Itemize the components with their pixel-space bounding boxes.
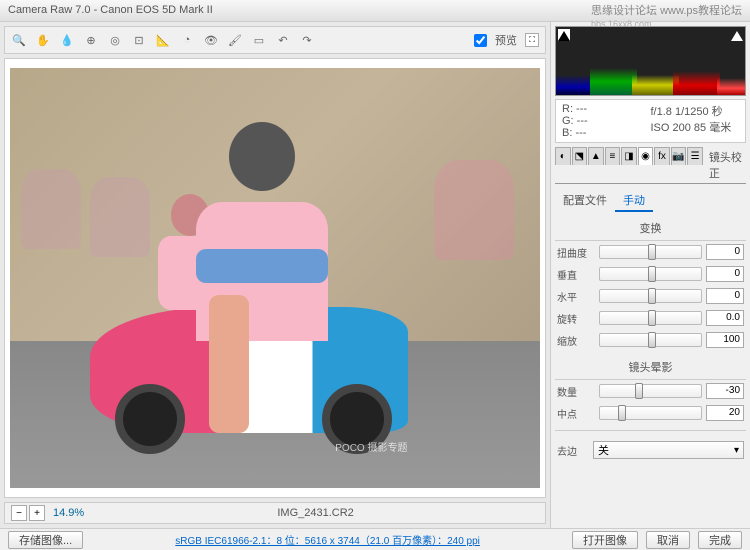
zoom-value[interactable]: 14.9%: [53, 507, 84, 519]
tab-title: 镜头校正: [705, 147, 746, 183]
defringe-label: 去边: [557, 443, 587, 458]
distortion-value[interactable]: 0: [706, 244, 744, 260]
rotate-slider[interactable]: [599, 311, 702, 325]
bottom-bar: 存储图像... sRGB IEC61966-2.1：8 位：5616 x 374…: [0, 528, 750, 550]
tab-basic-icon[interactable]: ◐: [555, 147, 571, 165]
adjustment-brush-icon[interactable]: 🖌: [227, 32, 243, 48]
section-transform: 变换: [555, 216, 746, 241]
rotate-right-icon[interactable]: ↷: [299, 32, 315, 48]
filename-label: IMG_2431.CR2: [92, 507, 539, 519]
rotate-label: 旋转: [557, 311, 595, 326]
vertical-label: 垂直: [557, 267, 595, 282]
open-image-button[interactable]: 打开图像: [572, 531, 638, 549]
horizontal-slider[interactable]: [599, 289, 702, 303]
crop-tool-icon[interactable]: ⊡: [131, 32, 147, 48]
color-profile-link[interactable]: sRGB IEC61966-2.1：8 位：5616 x 3744（21.0 百…: [91, 532, 564, 547]
amount-slider[interactable]: [599, 384, 702, 398]
exif-info: R: ---G: ---B: --- f/1.8 1/1250 秒 ISO 20…: [555, 99, 746, 143]
watermark: 思缘设计论坛 www.ps教程论坛 bbs.16xx8.com: [591, 2, 742, 30]
vertical-slider[interactable]: [599, 267, 702, 281]
graduated-filter-icon[interactable]: ▭: [251, 32, 267, 48]
horizontal-value[interactable]: 0: [706, 288, 744, 304]
right-panel: R: ---G: ---B: --- f/1.8 1/1250 秒 ISO 20…: [550, 22, 750, 528]
hand-tool-icon[interactable]: ✋: [35, 32, 51, 48]
tab-presets-icon[interactable]: ☰: [687, 147, 703, 165]
distortion-label: 扭曲度: [557, 245, 595, 260]
tab-detail-icon[interactable]: ▲: [588, 147, 604, 165]
amount-value[interactable]: -30: [706, 383, 744, 399]
fullscreen-icon[interactable]: ⛶: [525, 33, 539, 47]
subtab-profile[interactable]: 配置文件: [555, 190, 615, 212]
zoom-out-button[interactable]: −: [11, 505, 27, 521]
midpoint-value[interactable]: 20: [706, 405, 744, 421]
shadow-clip-icon[interactable]: [558, 29, 570, 41]
scale-value[interactable]: 100: [706, 332, 744, 348]
subtab-manual[interactable]: 手动: [615, 190, 653, 212]
preview-label: 预览: [495, 32, 517, 48]
window-title: Camera Raw 7.0 - Canon EOS 5D Mark II: [8, 4, 213, 16]
midpoint-slider[interactable]: [599, 406, 702, 420]
done-button[interactable]: 完成: [698, 531, 742, 549]
image-preview[interactable]: POCO 摄影专题: [4, 58, 546, 498]
rotate-value[interactable]: 0.0: [706, 310, 744, 326]
tab-curve-icon[interactable]: ⬔: [572, 147, 588, 165]
panel-tabs: ◐ ⬔ ▲ ≡ ◨ ◉ fx 📷 ☰ 镜头校正: [555, 147, 746, 184]
tab-lens-icon[interactable]: ◉: [638, 147, 654, 165]
preview-checkbox[interactable]: [474, 34, 487, 47]
spot-removal-icon[interactable]: ◔: [179, 32, 195, 48]
redeye-icon[interactable]: 👁: [203, 32, 219, 48]
defringe-dropdown[interactable]: 关: [593, 441, 744, 459]
distortion-slider[interactable]: [599, 245, 702, 259]
save-image-button[interactable]: 存储图像...: [8, 531, 83, 549]
scale-label: 缩放: [557, 333, 595, 348]
tab-fx-icon[interactable]: fx: [654, 147, 670, 165]
tab-hsl-icon[interactable]: ≡: [605, 147, 621, 165]
highlight-clip-icon[interactable]: [731, 29, 743, 41]
zoom-tool-icon[interactable]: 🔍: [11, 32, 27, 48]
histogram[interactable]: [555, 26, 746, 96]
cancel-button[interactable]: 取消: [646, 531, 690, 549]
tab-camera-icon[interactable]: 📷: [671, 147, 687, 165]
amount-label: 数量: [557, 384, 595, 399]
zoom-in-button[interactable]: +: [29, 505, 45, 521]
straighten-icon[interactable]: 📐: [155, 32, 171, 48]
white-balance-icon[interactable]: 💧: [59, 32, 75, 48]
poco-watermark: POCO 摄影专题: [335, 439, 407, 454]
color-sampler-icon[interactable]: ⊕: [83, 32, 99, 48]
section-vignette: 镜头晕影: [555, 355, 746, 380]
target-adjust-icon[interactable]: ◎: [107, 32, 123, 48]
status-bar: − + 14.9% IMG_2431.CR2: [4, 502, 546, 524]
rotate-left-icon[interactable]: ↶: [275, 32, 291, 48]
horizontal-label: 水平: [557, 289, 595, 304]
midpoint-label: 中点: [557, 406, 595, 421]
toolbar: 🔍 ✋ 💧 ⊕ ◎ ⊡ 📐 ◔ 👁 🖌 ▭ ↶ ↷ 预览 ⛶: [4, 26, 546, 54]
scale-slider[interactable]: [599, 333, 702, 347]
tab-split-icon[interactable]: ◨: [621, 147, 637, 165]
vertical-value[interactable]: 0: [706, 266, 744, 282]
